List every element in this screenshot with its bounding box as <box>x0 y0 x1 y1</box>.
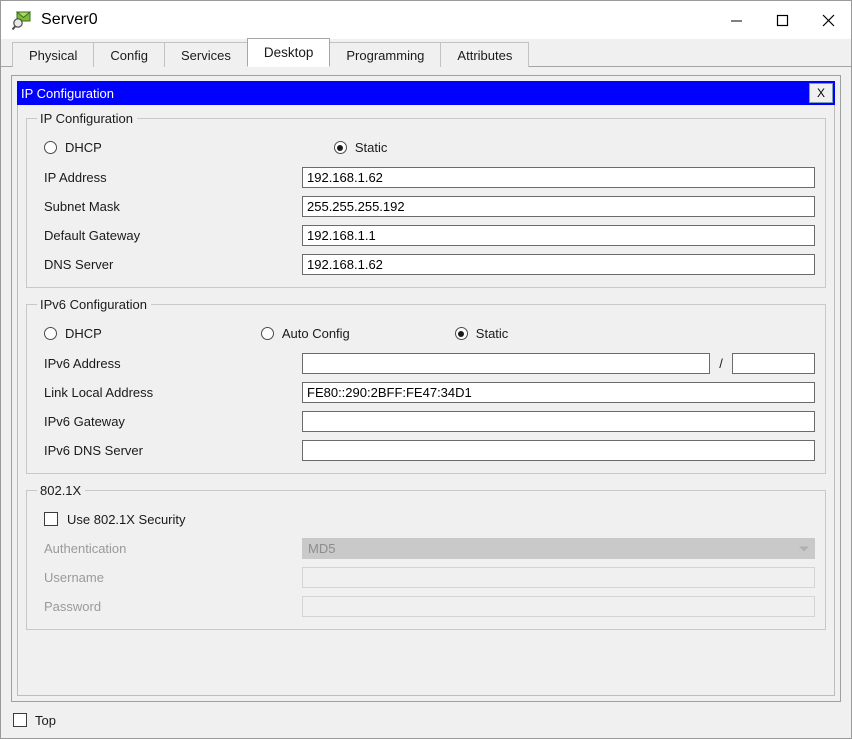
ipv6-gateway-row: IPv6 Gateway <box>37 407 815 436</box>
close-icon[interactable] <box>805 1 851 39</box>
ipv6-address-label: IPv6 Address <box>44 356 121 371</box>
dialog-title: IP Configuration <box>21 85 114 101</box>
ipv4-subnet-row: Subnet Mask <box>37 192 815 221</box>
ipv4-dhcp-label: DHCP <box>65 140 102 155</box>
dot1x-password-input[interactable] <box>302 596 815 617</box>
radio-unselected-icon[interactable] <box>260 327 274 340</box>
tab-attributes[interactable]: Attributes <box>440 42 530 67</box>
checkbox-unchecked-icon[interactable] <box>44 512 58 526</box>
ipv6-auto-config-option[interactable]: Auto Config <box>260 326 350 341</box>
ipv6-dns-server-input[interactable] <box>302 440 815 461</box>
ipv6-dhcp-option[interactable]: DHCP <box>44 326 102 341</box>
radio-selected-icon[interactable] <box>333 141 347 154</box>
ipv6-gateway-input[interactable] <box>302 411 815 432</box>
dot1x-authentication-select[interactable]: MD5 <box>302 538 815 559</box>
dot1x-username-label: Username <box>44 570 104 585</box>
server-device-icon <box>11 9 33 31</box>
ipv4-configuration-group: IP Configuration DHCP Static IP Address <box>26 111 826 288</box>
dot1x-authentication-label: Authentication <box>44 541 127 556</box>
dot1x-password-label: Password <box>44 599 102 614</box>
dot1x-group-legend: 802.1X <box>40 483 82 498</box>
ipv4-address-input[interactable] <box>302 167 815 188</box>
ipv6-prefix-separator: / <box>719 356 723 371</box>
maximize-icon[interactable] <box>759 1 805 39</box>
dot1x-authentication-row: Authentication MD5 <box>37 534 815 563</box>
ipv4-address-row: IP Address <box>37 163 815 192</box>
tab-services[interactable]: Services <box>164 42 248 67</box>
ipv6-link-local-input[interactable] <box>302 382 815 403</box>
ipv4-gateway-row: Default Gateway <box>37 221 815 250</box>
ipv4-dhcp-option[interactable]: DHCP <box>44 140 102 155</box>
dot1x-username-input[interactable] <box>302 567 815 588</box>
ipv6-prefix-length-input[interactable] <box>732 353 815 374</box>
minimize-icon[interactable] <box>713 1 759 39</box>
server-window: Server0 Physical Config Services Desktop… <box>0 0 852 739</box>
use-dot1x-security-label: Use 802.1X Security <box>67 511 186 527</box>
dialog-close-button[interactable]: X <box>809 83 833 103</box>
radio-unselected-icon[interactable] <box>44 141 57 154</box>
ipv4-dns-row: DNS Server <box>37 250 815 279</box>
dot1x-username-row: Username <box>37 563 815 592</box>
ipv6-link-local-label: Link Local Address <box>44 385 154 400</box>
radio-selected-icon[interactable] <box>454 327 468 340</box>
ipv4-subnet-mask-input[interactable] <box>302 196 815 217</box>
ipv4-static-label: Static <box>354 140 388 155</box>
ipv6-dhcp-label: DHCP <box>65 326 102 341</box>
ipv6-static-option[interactable]: Static <box>454 326 509 341</box>
radio-unselected-icon[interactable] <box>44 327 57 340</box>
ipv6-gateway-label: IPv6 Gateway <box>44 414 125 429</box>
ipv4-subnet-mask-label: Subnet Mask <box>44 199 120 214</box>
dot1x-authentication-value: MD5 <box>308 541 336 556</box>
ipv6-dns-server-label: IPv6 DNS Server <box>44 443 143 458</box>
top-checkbox-label: Top <box>35 712 56 728</box>
ipv6-link-local-row: Link Local Address <box>37 378 815 407</box>
checkbox-unchecked-icon[interactable] <box>13 713 27 727</box>
ipv6-address-row: IPv6 Address / <box>37 349 815 378</box>
ipv4-address-label: IP Address <box>44 170 107 185</box>
ipv4-mode-row: DHCP Static <box>37 132 815 163</box>
window-controls <box>713 1 851 39</box>
tab-programming[interactable]: Programming <box>329 42 442 67</box>
desktop-panel: IP Configuration X IP Configuration DHCP <box>11 75 841 702</box>
ipv4-default-gateway-input[interactable] <box>302 225 815 246</box>
use-dot1x-security-row[interactable]: Use 802.1X Security <box>37 504 815 534</box>
ipv4-group-legend: IP Configuration <box>40 111 133 126</box>
ipv6-group-legend: IPv6 Configuration <box>40 297 147 312</box>
ipv4-dns-server-input[interactable] <box>302 254 815 275</box>
ipv6-mode-row: DHCP Auto Config Static <box>37 318 815 349</box>
ipv6-auto-config-label: Auto Config <box>281 326 350 341</box>
ip-configuration-dialog-body: IP Configuration DHCP Static IP Address <box>17 105 835 696</box>
window-bottom-bar: Top <box>1 702 851 738</box>
ipv4-static-option[interactable]: Static <box>333 140 388 155</box>
tab-config[interactable]: Config <box>93 42 165 67</box>
tab-physical[interactable]: Physical <box>12 42 95 67</box>
chevron-down-icon[interactable] <box>799 546 809 551</box>
ipv6-configuration-group: IPv6 Configuration DHCP Auto Config Stat… <box>26 297 826 474</box>
desktop-content: IP Configuration X IP Configuration DHCP <box>1 67 851 702</box>
window-title: Server0 <box>41 11 98 28</box>
dot1x-group: 802.1X Use 802.1X Security Authenticatio… <box>26 483 826 630</box>
ipv4-default-gateway-label: Default Gateway <box>44 228 141 243</box>
device-tabs: Physical Config Services Desktop Program… <box>1 38 851 67</box>
ip-configuration-dialog-header: IP Configuration X <box>17 81 835 105</box>
ipv6-dns-row: IPv6 DNS Server <box>37 436 815 465</box>
dot1x-password-row: Password <box>37 592 815 621</box>
window-titlebar[interactable]: Server0 <box>1 1 851 39</box>
ipv4-dns-server-label: DNS Server <box>44 257 114 272</box>
tab-desktop[interactable]: Desktop <box>246 38 331 67</box>
ipv6-address-input[interactable] <box>302 353 710 374</box>
ipv6-static-label: Static <box>475 326 509 341</box>
